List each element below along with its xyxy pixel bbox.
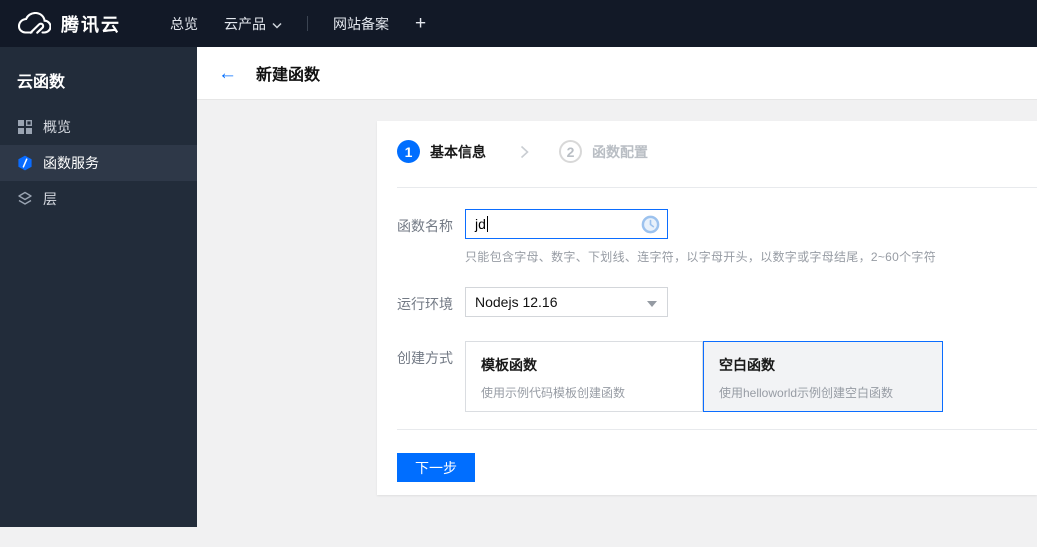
top-nav: 总览 云产品 网站备案 + xyxy=(157,13,439,35)
sidebar-item-overview[interactable]: 概览 xyxy=(0,109,197,145)
cloud-logo-icon xyxy=(18,12,51,35)
create-function-card: 1 基本信息 2 函数配置 函数名称 jd 只能包含字母、数字、下划线、连字符，… xyxy=(377,121,1037,495)
function-hexagon-icon xyxy=(17,155,33,171)
method-card-group: 模板函数 使用示例代码模板创建函数 空白函数 使用helloworld示例创建空… xyxy=(465,341,943,412)
sidebar-item-layers[interactable]: 层 xyxy=(0,181,197,217)
sidebar: 云函数 概览 函数服务 层 xyxy=(0,47,197,527)
method-card-title: 空白函数 xyxy=(719,357,775,373)
sidebar-item-label: 层 xyxy=(43,191,57,207)
brand-name: 腾讯云 xyxy=(61,14,121,35)
nav-divider xyxy=(307,16,308,31)
chevron-down-icon xyxy=(272,16,282,32)
page-title: 新建函数 xyxy=(256,67,321,84)
method-card-blank-function[interactable]: 空白函数 使用helloworld示例创建空白函数 xyxy=(703,341,943,412)
topbar: 腾讯云 总览 云产品 网站备案 + xyxy=(0,0,1037,47)
divider xyxy=(397,187,1037,188)
nav-overview[interactable]: 总览 xyxy=(170,14,198,34)
basic-info-form: 函数名称 jd 只能包含字母、数字、下划线、连字符，以字母开头，以数字或字母结尾… xyxy=(397,209,1037,412)
clock-pending-icon xyxy=(641,215,660,239)
method-card-title: 模板函数 xyxy=(481,357,537,373)
step-indicator: 1 基本信息 2 函数配置 xyxy=(397,121,1037,163)
step-1-label: 基本信息 xyxy=(430,143,486,160)
runtime-label: 运行环境 xyxy=(397,296,453,312)
step-2-label: 函数配置 xyxy=(592,143,648,160)
runtime-row: 运行环境 Nodejs 12.16 xyxy=(397,287,1037,317)
runtime-value: Nodejs 12.16 xyxy=(475,294,558,310)
add-tab-button[interactable]: + xyxy=(415,13,426,35)
creation-method-label: 创建方式 xyxy=(397,350,453,366)
nav-cloud-products[interactable]: 云产品 xyxy=(224,14,282,34)
next-step-button[interactable]: 下一步 xyxy=(397,453,475,482)
nav-icp-filing[interactable]: 网站备案 xyxy=(333,14,389,34)
step-2-circle: 2 xyxy=(559,140,582,163)
content-area: 1 基本信息 2 函数配置 函数名称 jd 只能包含字母、数字、下划线、连字符，… xyxy=(197,121,1037,547)
function-name-input[interactable]: jd xyxy=(465,209,668,239)
layers-icon xyxy=(17,191,33,207)
back-arrow-icon[interactable]: ← xyxy=(218,64,237,83)
function-name-row: 函数名称 jd 只能包含字母、数字、下划线、连字符，以字母开头，以数字或字母结尾… xyxy=(397,209,1037,265)
tencent-cloud-logo[interactable]: 腾讯云 xyxy=(18,11,121,37)
creation-method-row: 创建方式 模板函数 使用示例代码模板创建函数 空白函数 使用helloworld… xyxy=(397,341,1037,412)
method-card-desc: 使用helloworld示例创建空白函数 xyxy=(719,386,894,400)
sidebar-item-label: 函数服务 xyxy=(43,155,99,171)
sidebar-item-label: 概览 xyxy=(43,119,71,135)
function-name-label: 函数名称 xyxy=(397,218,453,234)
method-card-template-function[interactable]: 模板函数 使用示例代码模板创建函数 xyxy=(465,341,703,412)
sidebar-title: 云函数 xyxy=(17,74,66,91)
chevron-right-icon xyxy=(520,145,529,159)
function-name-control: jd 只能包含字母、数字、下划线、连字符，以字母开头，以数字或字母结尾，2~60… xyxy=(465,209,936,265)
text-cursor xyxy=(486,216,488,232)
function-name-help: 只能包含字母、数字、下划线、连字符，以字母开头，以数字或字母结尾，2~60个字符 xyxy=(465,250,937,264)
sidebar-item-function-service[interactable]: 函数服务 xyxy=(0,145,197,181)
page-header: ← 新建函数 xyxy=(197,47,1037,100)
caret-down-icon xyxy=(647,301,657,307)
divider xyxy=(397,429,1037,430)
method-card-desc: 使用示例代码模板创建函数 xyxy=(481,386,626,400)
main-area: ← 新建函数 1 基本信息 2 函数配置 函数名称 jd 只能包含字母、数字、下… xyxy=(197,47,1037,547)
runtime-select[interactable]: Nodejs 12.16 xyxy=(465,287,668,317)
step-1-circle: 1 xyxy=(397,140,420,163)
function-name-value: jd xyxy=(475,216,486,232)
grid-icon xyxy=(17,119,33,135)
